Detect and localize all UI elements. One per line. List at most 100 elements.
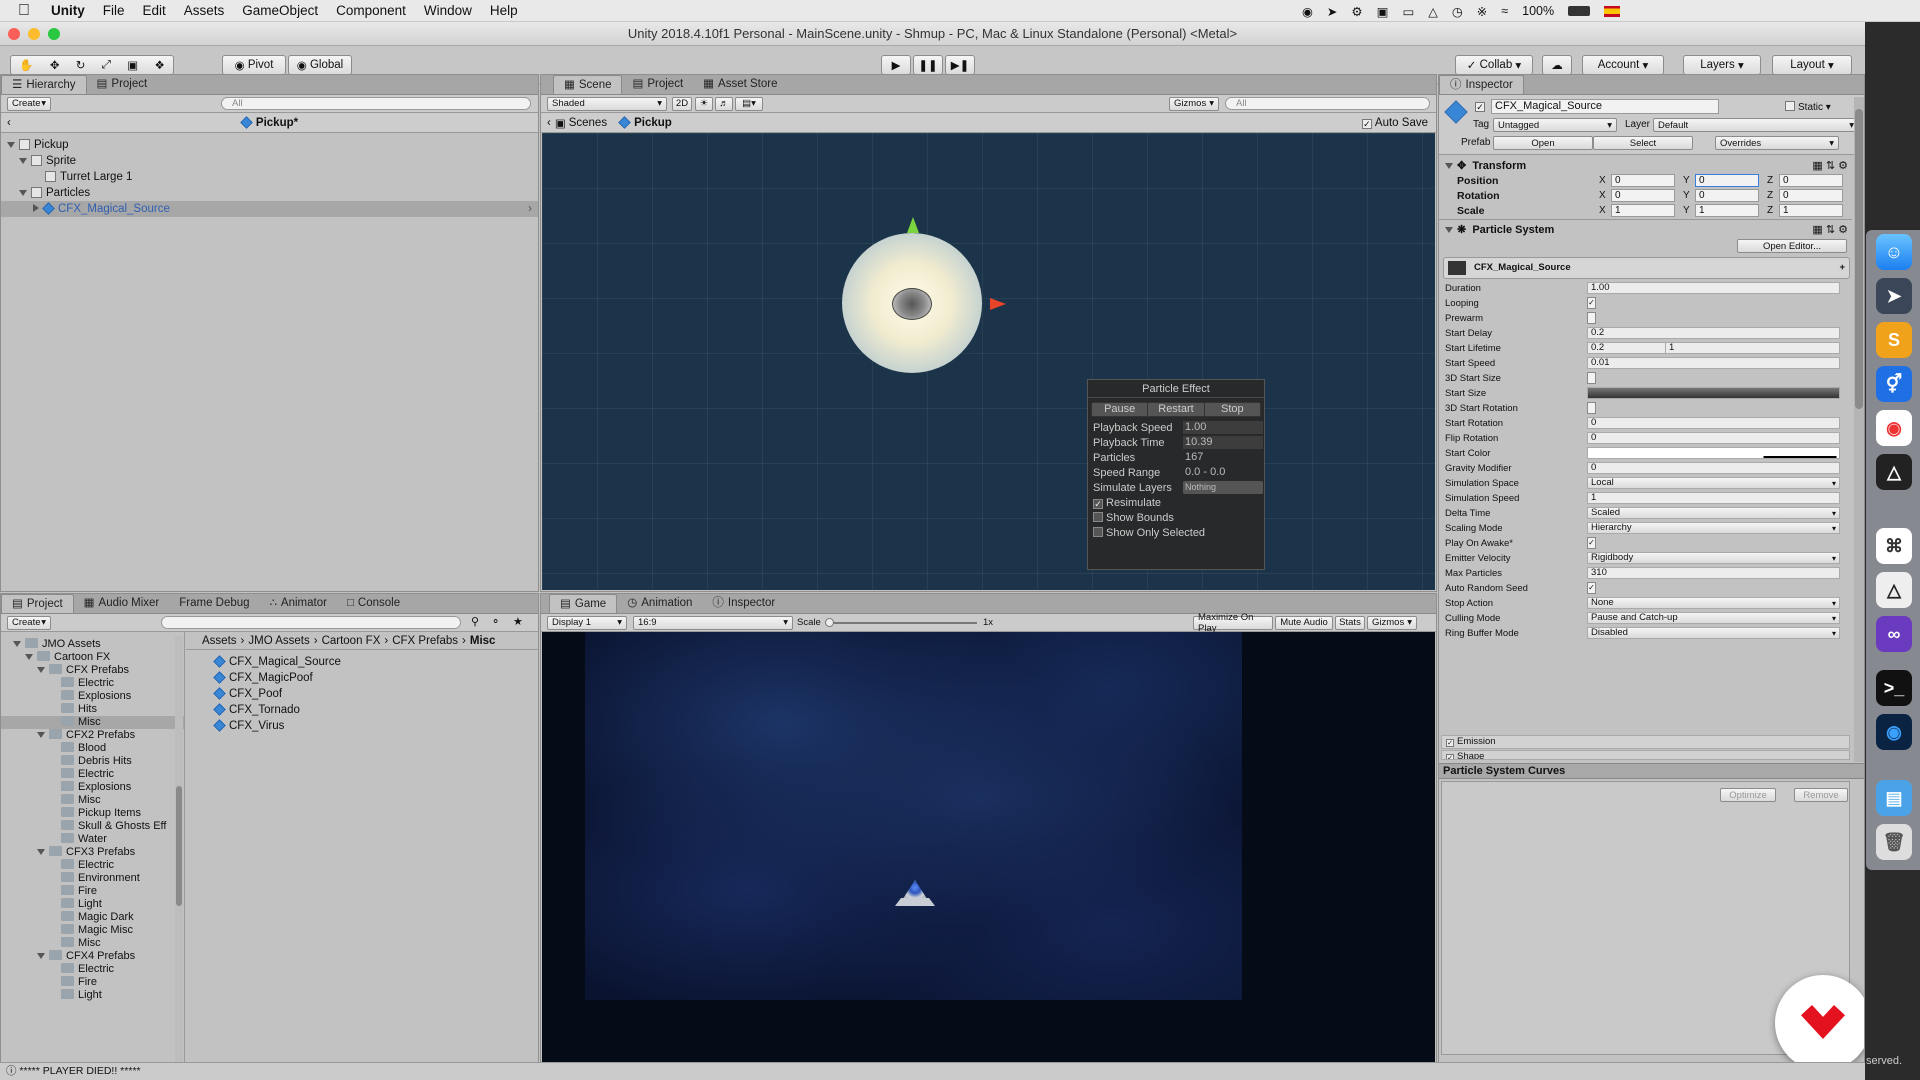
plus-icon[interactable]: + <box>1839 258 1845 278</box>
flag-icon[interactable] <box>1604 5 1621 17</box>
folder-tree-item[interactable]: CFX4 Prefabs <box>1 950 184 963</box>
cloud-icon[interactable]: ☁ <box>1542 55 1572 75</box>
rotation-y-field[interactable]: 0 <box>1695 189 1759 202</box>
folder-tree-item[interactable]: Water <box>1 833 184 846</box>
folder-tree-item[interactable]: Explosions <box>1 781 184 794</box>
send-icon[interactable]: ➤ <box>1327 4 1337 19</box>
hierarchy-item[interactable]: Turret Large 1 <box>1 169 538 185</box>
stats-toggle[interactable]: Stats <box>1335 615 1365 630</box>
expand-icon[interactable] <box>7 142 15 148</box>
breadcrumb-item-current[interactable]: Misc <box>470 635 496 647</box>
wifi-icon[interactable]: ≈ <box>1501 4 1508 18</box>
play-button[interactable]: ▶ <box>881 55 911 75</box>
folder-tree-item[interactable]: CFX Prefabs <box>1 664 184 677</box>
check-icon[interactable]: ✓ <box>1446 754 1454 759</box>
folder-tree-item[interactable]: Debris Hits <box>1 755 184 768</box>
rotate-tool-icon[interactable]: ↻ <box>76 58 86 72</box>
breadcrumb-scenes[interactable]: Scenes <box>569 117 607 129</box>
position-y-field[interactable]: 0 <box>1695 174 1759 187</box>
rotation-x-field[interactable]: 0 <box>1611 189 1675 202</box>
y-axis-gizmo[interactable] <box>907 217 919 233</box>
property-checkbox[interactable]: ✓ <box>1587 297 1596 309</box>
filter-icon[interactable]: ⚲ <box>471 615 479 628</box>
folder-tree-item[interactable]: Explosions <box>1 690 184 703</box>
downloads-folder-icon[interactable]: ▤ <box>1876 780 1912 816</box>
hand-tool-icon[interactable]: ✋ <box>19 58 33 72</box>
scale-slider[interactable] <box>825 618 977 627</box>
scale-z-field[interactable]: 1 <box>1779 204 1843 217</box>
expand-icon[interactable] <box>37 849 45 855</box>
hierarchy-item[interactable]: Sprite <box>1 153 538 169</box>
instruments-icon[interactable]: ⚥ <box>1876 366 1912 402</box>
property-checkbox[interactable] <box>1587 372 1596 384</box>
time-machine-icon[interactable]: ◷ <box>1452 4 1463 19</box>
keyboard-icon[interactable]: ⌘ <box>1876 528 1912 564</box>
mute-audio-toggle[interactable]: Mute Audio <box>1275 615 1333 630</box>
rotation-z-field[interactable]: 0 <box>1779 189 1843 202</box>
apple-menu-icon[interactable]:  <box>0 2 42 20</box>
folder-tree-item[interactable]: Magic Dark <box>1 911 184 924</box>
maximize-on-play-toggle[interactable]: Maximize On Play <box>1193 612 1273 634</box>
bluetooth-icon[interactable]: ※ <box>1477 4 1487 19</box>
folder-tree-item[interactable]: Hits <box>1 703 184 716</box>
pause-button[interactable]: ❚❚ <box>913 55 943 75</box>
file-item[interactable]: CFX_Tornado <box>186 702 538 718</box>
back-arrow-icon[interactable]: ‹ <box>7 113 11 133</box>
minimize-window-button[interactable] <box>28 28 40 40</box>
property-field[interactable]: 310 <box>1587 567 1840 579</box>
folder-tree-item[interactable]: CFX2 Prefabs <box>1 729 184 742</box>
shading-dropdown[interactable]: Shaded ▾ <box>547 96 667 111</box>
menu-file[interactable]: File <box>94 3 134 18</box>
folder-tree-item[interactable]: Misc <box>1 716 184 729</box>
hierarchy-search-input[interactable]: All <box>221 97 531 110</box>
hierarchy-item-selected[interactable]: CFX_Magical_Source › <box>1 201 538 217</box>
property-color-field[interactable] <box>1587 447 1840 459</box>
property-field[interactable]: 0 <box>1587 432 1840 444</box>
folder-tree-item[interactable]: CFX3 Prefabs <box>1 846 184 859</box>
display-icon[interactable]: ▭ <box>1402 4 1414 19</box>
transform-tool-icon[interactable]: ❖ <box>154 58 164 72</box>
folder-tree-scrollbar[interactable] <box>175 636 183 1077</box>
property-field[interactable]: 0.01 <box>1587 357 1840 369</box>
pe-playback-time-field[interactable]: 10.39 <box>1183 436 1263 449</box>
property-field[interactable]: 0.2 <box>1587 327 1840 339</box>
expand-icon[interactable] <box>37 953 45 959</box>
prefab-select-button[interactable]: Select <box>1593 136 1693 150</box>
scrollbar-thumb[interactable] <box>176 786 182 906</box>
property-dropdown[interactable]: None <box>1587 597 1840 609</box>
active-checkbox[interactable]: ✓ <box>1475 102 1485 112</box>
tab-project[interactable]: ▤ Project <box>622 75 693 94</box>
folder-tree-item[interactable]: Magic Misc <box>1 924 184 937</box>
close-window-button[interactable] <box>8 28 20 40</box>
folder-tree-item[interactable]: Electric <box>1 677 184 690</box>
particle-restart-button[interactable]: Restart <box>1148 403 1205 416</box>
expand-icon[interactable] <box>1445 163 1453 169</box>
menu-window[interactable]: Window <box>415 3 481 18</box>
transform-header[interactable]: ✥ Transform ▦ ⇅ ⚙ <box>1439 157 1852 175</box>
label-icon[interactable]: ⚬ <box>491 615 500 628</box>
property-curve-field[interactable] <box>1587 387 1840 399</box>
tab-project-top[interactable]: ▤ Project <box>87 75 158 94</box>
tab-scene[interactable]: ▦ Scene <box>553 75 623 94</box>
file-item[interactable]: CFX_Magical_Source <box>186 654 538 670</box>
emission-module[interactable]: ✓ Emission <box>1441 735 1850 749</box>
component-menu-icon[interactable]: ▦ ⇅ ⚙ <box>1812 221 1848 239</box>
x-axis-gizmo[interactable] <box>990 298 1006 310</box>
scene-viewport[interactable]: Particle Effect Pause Restart Stop Playb… <box>542 133 1435 590</box>
folder-tree-item[interactable]: Misc <box>1 794 184 807</box>
particle-stop-button[interactable]: Stop <box>1205 403 1260 416</box>
visual-studio-icon[interactable]: ∞ <box>1876 616 1912 652</box>
trash-icon[interactable]: 🗑 <box>1876 824 1912 860</box>
pe-simulate-layers-dropdown[interactable]: Nothing <box>1183 481 1263 494</box>
main-module-header[interactable]: CFX_Magical_Source + <box>1443 257 1850 279</box>
maximize-window-button[interactable] <box>48 28 60 40</box>
launchpad-icon[interactable]: ➤ <box>1876 278 1912 314</box>
lighting-icon[interactable]: ☀ <box>695 96 713 111</box>
expand-icon[interactable] <box>25 654 33 660</box>
folder-tree-item[interactable]: Misc <box>1 937 184 950</box>
shape-module[interactable]: ✓ Shape <box>1441 750 1850 760</box>
terminal-icon[interactable]: >_ <box>1876 670 1912 706</box>
tab-hierarchy[interactable]: ☰ Hierarchy <box>1 75 87 94</box>
property-dropdown[interactable]: Local <box>1587 477 1840 489</box>
folder-tree-item[interactable]: Cartoon FX <box>1 651 184 664</box>
